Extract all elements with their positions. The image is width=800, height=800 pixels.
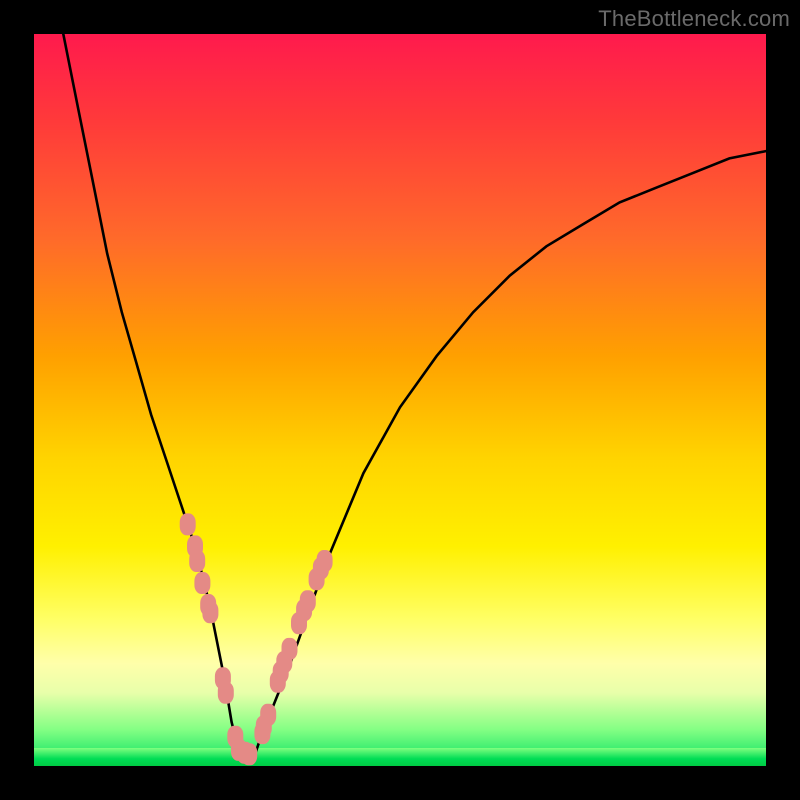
data-marker [260, 704, 276, 726]
data-marker [241, 743, 257, 765]
chart-container: TheBottleneck.com [0, 0, 800, 800]
data-marker [317, 550, 333, 572]
watermark-text: TheBottleneck.com [598, 6, 790, 32]
plot-area [34, 34, 766, 766]
bottleneck-curve-line [63, 34, 766, 759]
marker-group [180, 513, 333, 765]
data-marker [282, 638, 298, 660]
data-marker [300, 590, 316, 612]
data-marker [218, 682, 234, 704]
data-marker [180, 513, 196, 535]
data-marker [189, 550, 205, 572]
data-marker [194, 572, 210, 594]
data-marker [202, 601, 218, 623]
curve-layer [34, 34, 766, 766]
